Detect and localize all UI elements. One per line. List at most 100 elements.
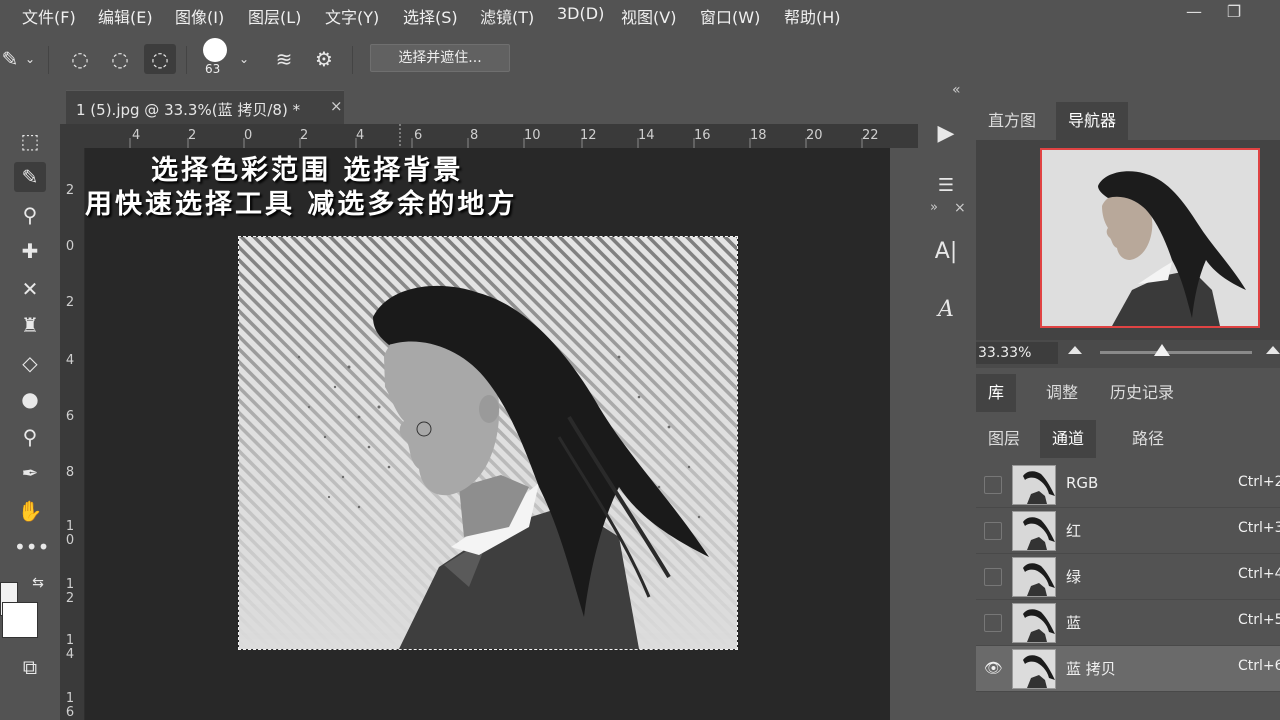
healing-brush-tool-icon[interactable]: ✚ xyxy=(14,236,46,266)
ruler-label: 16 xyxy=(694,128,711,143)
menu-type[interactable]: 文字(Y) xyxy=(325,4,379,28)
zoom-out-icon[interactable] xyxy=(1068,346,1082,354)
visibility-toggle[interactable] xyxy=(984,568,1002,586)
visibility-toggle[interactable] xyxy=(984,614,1002,632)
brush-preview-icon[interactable] xyxy=(203,38,227,62)
channel-name: 红 xyxy=(1066,522,1082,540)
channel-shortcut: Ctrl+3 xyxy=(1238,520,1280,536)
channel-shortcut: Ctrl+5 xyxy=(1238,612,1280,628)
subtract-from-selection-brush-icon[interactable]: ◌ xyxy=(144,44,176,74)
channel-row-green[interactable]: 绿 Ctrl+4 xyxy=(976,554,1280,600)
tab-channels[interactable]: 通道 xyxy=(1040,420,1097,458)
channel-row-blue[interactable]: 蓝 Ctrl+5 xyxy=(976,600,1280,646)
glyphs-panel-icon[interactable]: A xyxy=(924,290,968,330)
eyedropper-tool-icon[interactable]: ⚲ xyxy=(14,200,46,230)
navigator-thumbnail[interactable] xyxy=(1040,148,1260,328)
brush-size-value: 63 xyxy=(205,62,221,76)
background-color-swatch[interactable] xyxy=(2,602,38,638)
tab-adjustments[interactable]: 调整 xyxy=(1034,374,1090,412)
chevron-down-icon[interactable]: ⌄ xyxy=(14,44,46,74)
tab-libraries[interactable]: 库 xyxy=(976,374,1017,412)
ruler-label: 20 xyxy=(806,128,823,143)
menu-layer[interactable]: 图层(L) xyxy=(248,4,301,28)
zoom-slider-handle[interactable] xyxy=(1154,344,1170,356)
ruler-label: 2 xyxy=(65,295,75,310)
tab-histogram[interactable]: 直方图 xyxy=(976,102,1048,140)
channel-row-blue-copy[interactable]: 👁 蓝 拷贝 Ctrl+6 xyxy=(976,646,1280,692)
ruler-label: 2 xyxy=(65,183,75,198)
swap-colors-icon[interactable]: ⇆ xyxy=(22,568,54,598)
restore-icon[interactable]: ❐ xyxy=(1222,2,1246,22)
close-icon[interactable]: × xyxy=(330,97,343,115)
channel-shortcut: Ctrl+4 xyxy=(1238,566,1280,582)
channel-name: 绿 xyxy=(1066,568,1082,586)
character-panel-icon[interactable]: A| xyxy=(924,232,968,272)
menu-file[interactable]: 文件(F) xyxy=(22,4,76,28)
pasteboard xyxy=(890,148,918,720)
ruler-horizontal: 4 2 0 2 4 6 8 10 12 14 16 18 20 22 xyxy=(60,124,918,149)
menu-window[interactable]: 窗口(W) xyxy=(700,4,760,28)
tab-paths[interactable]: 路径 xyxy=(1120,420,1176,458)
right-panels: 直方图 导航器 33.33% 库 调整 历史记录 图层 通道 路径 RGB Ct… xyxy=(976,100,1280,720)
blur-tool-icon[interactable]: ● xyxy=(14,384,46,414)
ruler-label: 10 xyxy=(524,128,541,143)
menu-help[interactable]: 帮助(H) xyxy=(784,4,841,28)
tab-layers[interactable]: 图层 xyxy=(976,420,1032,458)
menu-image[interactable]: 图像(I) xyxy=(175,4,224,28)
menu-filter[interactable]: 滤镜(T) xyxy=(480,4,534,28)
menu-view[interactable]: 视图(V) xyxy=(621,4,676,28)
content-aware-move-icon[interactable]: ✕ xyxy=(14,274,46,304)
screen-mode-icon[interactable]: ⧉ xyxy=(14,652,46,682)
channel-image[interactable] xyxy=(238,236,738,650)
caption-line-2: 用快速选择工具 减选多余的地方 xyxy=(85,189,518,220)
ruler-label: 1 4 xyxy=(65,633,75,662)
dodge-tool-icon[interactable]: ⚲ xyxy=(14,422,46,452)
channel-thumbnail xyxy=(1012,649,1056,689)
document-tab[interactable]: 1 (5).jpg @ 33.3%(蓝 拷贝/8) * × xyxy=(66,90,344,125)
quick-selection-tool-icon[interactable]: ✎ xyxy=(14,162,46,192)
visibility-toggle[interactable] xyxy=(984,522,1002,540)
sample-all-layers-icon[interactable]: ≋ xyxy=(268,44,300,74)
pen-tool-icon[interactable]: ✒ xyxy=(14,458,46,488)
channel-row-rgb[interactable]: RGB Ctrl+2 xyxy=(976,462,1280,508)
document-tab-title: 1 (5).jpg @ 33.3%(蓝 拷贝/8) * xyxy=(76,101,301,119)
zoom-slider[interactable] xyxy=(1100,351,1252,354)
channel-row-red[interactable]: 红 Ctrl+3 xyxy=(976,508,1280,554)
add-to-selection-brush-icon[interactable]: ◌ xyxy=(104,44,136,74)
menu-3d[interactable]: 3D(D) xyxy=(557,4,604,23)
eraser-tool-icon[interactable]: ◇ xyxy=(14,348,46,378)
tab-history[interactable]: 历史记录 xyxy=(1098,374,1186,412)
ruler-label: 6 xyxy=(65,409,75,424)
stamp-tool-icon[interactable]: ♜ xyxy=(14,310,46,340)
collapse-panels-icon[interactable]: « xyxy=(952,82,961,98)
options-bar: ✎ ⌄ ◌ ◌ ◌ 63 ⌄ ≋ ⚙ 选择并遮住... xyxy=(0,38,1280,82)
channel-name: 蓝 xyxy=(1066,614,1082,632)
new-selection-brush-icon[interactable]: ◌ xyxy=(64,44,96,74)
menu-select[interactable]: 选择(S) xyxy=(403,4,458,28)
select-and-mask-button[interactable]: 选择并遮住... xyxy=(370,44,510,72)
zoom-input[interactable]: 33.33% xyxy=(976,342,1058,364)
hand-tool-icon[interactable]: ✋ xyxy=(14,496,46,526)
chevron-down-icon[interactable]: ⌄ xyxy=(228,44,260,74)
visibility-toggle[interactable] xyxy=(984,476,1002,494)
divider xyxy=(352,46,353,74)
ruler-label: 1 6 xyxy=(65,691,75,720)
ruler-vertical: 2 0 2 4 6 8 1 0 1 2 1 4 1 6 xyxy=(60,148,85,720)
menu-edit[interactable]: 编辑(E) xyxy=(98,4,153,28)
close-icon[interactable]: × xyxy=(954,200,966,216)
zoom-in-icon[interactable] xyxy=(1266,346,1280,354)
tab-navigator[interactable]: 导航器 xyxy=(1056,102,1129,140)
play-action-icon[interactable]: ▶ xyxy=(924,114,968,154)
divider xyxy=(48,46,49,74)
minimize-icon[interactable]: — xyxy=(1182,2,1206,22)
ruler-label: 8 xyxy=(470,128,479,143)
more-tools-icon[interactable]: ••• xyxy=(14,532,49,562)
eye-icon[interactable]: 👁 xyxy=(984,660,1003,676)
mini-panel-dock: « ▶ ☰ » × A| A xyxy=(918,82,974,720)
document-tab-bar: 1 (5).jpg @ 33.3%(蓝 拷贝/8) * × xyxy=(58,84,918,125)
navigator-zoom-row: 33.33% xyxy=(976,340,1280,368)
auto-enhance-icon[interactable]: ⚙ xyxy=(308,44,340,74)
expand-panels-icon[interactable]: » xyxy=(930,200,938,215)
marquee-tool-icon[interactable]: ⬚ xyxy=(14,126,46,156)
channel-name: RGB xyxy=(1066,474,1099,492)
